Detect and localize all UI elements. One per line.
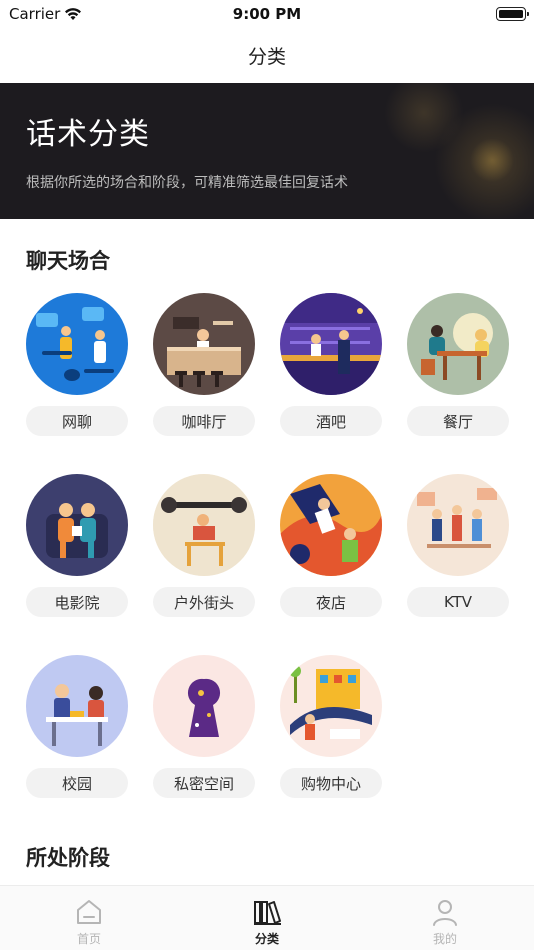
stage-heading: 所处阶段 [26, 846, 110, 870]
banner-title: 话术分类 [26, 117, 150, 152]
tab-category[interactable]: 分类 [178, 886, 356, 950]
home-icon [77, 900, 101, 924]
shopping-mall-illustration-icon [280, 655, 382, 757]
tab-label: 首页 [76, 932, 101, 946]
status-bar: Carrier 9:00 PM [0, 0, 534, 28]
coffee-shop-illustration-icon [153, 293, 255, 395]
scene-label: 电影院 [26, 587, 128, 617]
tab-home[interactable]: 首页 [0, 886, 178, 950]
scene-item-shopping-mall[interactable]: 购物中心 [280, 655, 382, 798]
scene-label: 酒吧 [280, 406, 382, 436]
tab-bar: 首页 分类 我的 [0, 885, 534, 950]
nightclub-illustration-icon [280, 474, 382, 576]
scene-item-street[interactable]: 户外街头 [153, 474, 255, 617]
scene-item-bar[interactable]: 酒吧 [280, 293, 382, 436]
private-space-illustration-icon [153, 655, 255, 757]
scene-item-private-space[interactable]: 私密空间 [153, 655, 255, 798]
tab-label: 我的 [432, 932, 457, 946]
street-illustration-icon [153, 474, 255, 576]
scene-label: 网聊 [26, 406, 128, 436]
scene-item-cinema[interactable]: 电影院 [26, 474, 128, 617]
scene-item-coffee-shop[interactable]: 咖啡厅 [153, 293, 255, 436]
chat-scenes-heading: 聊天场合 [26, 249, 110, 273]
banner-subtitle: 根据你所选的场合和阶段，可精准筛选最佳回复话术 [26, 175, 348, 191]
category-banner: 话术分类 根据你所选的场合和阶段，可精准筛选最佳回复话术 [0, 83, 534, 219]
scene-label: 户外街头 [153, 587, 255, 617]
cinema-illustration-icon [26, 474, 128, 576]
scene-label: 夜店 [280, 587, 382, 617]
person-icon [433, 900, 457, 926]
restaurant-illustration-icon [407, 293, 509, 395]
scene-label: 咖啡厅 [153, 406, 255, 436]
books-icon [254, 901, 281, 925]
scene-item-nightclub[interactable]: 夜店 [280, 474, 382, 617]
bar-illustration-icon [280, 293, 382, 395]
scene-label: 购物中心 [280, 768, 382, 798]
tab-label: 分类 [254, 932, 279, 946]
scene-label: 校园 [26, 768, 128, 798]
ktv-illustration-icon [407, 474, 509, 576]
scene-item-online-chat[interactable]: 网聊 [26, 293, 128, 436]
scene-label: KTV [407, 587, 509, 617]
navigation-bar: 分类 [0, 28, 534, 82]
scene-item-ktv[interactable]: KTV [407, 474, 509, 617]
online-chat-illustration-icon [26, 293, 128, 395]
campus-illustration-icon [26, 655, 128, 757]
battery-icon [496, 7, 529, 21]
scene-label: 餐厅 [407, 406, 509, 436]
scene-label: 私密空间 [153, 768, 255, 798]
scene-item-restaurant[interactable]: 餐厅 [407, 293, 509, 436]
tab-mine[interactable]: 我的 [356, 886, 534, 950]
status-time: 9:00 PM [232, 5, 302, 23]
scene-item-campus[interactable]: 校园 [26, 655, 128, 798]
page-title: 分类 [247, 45, 286, 68]
